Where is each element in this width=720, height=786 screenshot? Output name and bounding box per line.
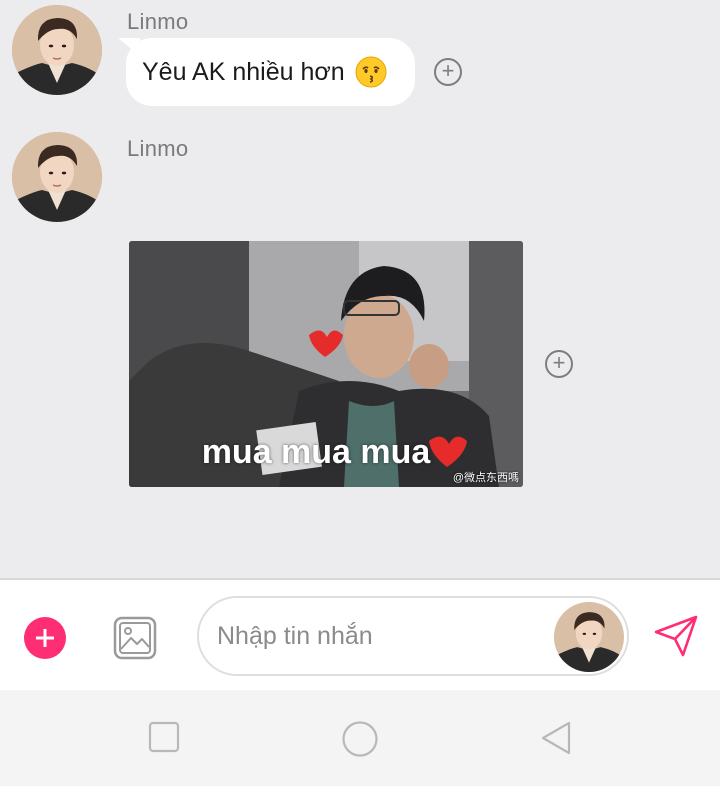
add-reaction-icon[interactable]: + xyxy=(434,58,462,86)
image-picker-icon[interactable] xyxy=(113,616,157,660)
system-navigation-bar xyxy=(0,690,720,786)
avatar-photo xyxy=(554,602,624,672)
paper-plane-icon[interactable] xyxy=(653,614,699,658)
message-input-container xyxy=(197,596,629,676)
plus-circle-icon[interactable] xyxy=(24,617,66,659)
gif-caption: mua mua mua xyxy=(201,433,431,471)
avatar-photo xyxy=(12,5,102,95)
kissing-face-emoji xyxy=(355,56,387,88)
message-input[interactable] xyxy=(217,616,547,656)
message-text: Yêu AK nhiều hơn xyxy=(142,57,345,86)
message-composer xyxy=(0,578,720,690)
gif-watermark: @微点东西嗎 xyxy=(452,472,519,484)
add-reaction-icon[interactable]: + xyxy=(545,350,573,378)
sender-avatar[interactable] xyxy=(12,132,102,222)
sender-name: Linmo xyxy=(127,136,189,161)
triangle-back-icon[interactable] xyxy=(539,720,573,756)
user-avatar[interactable] xyxy=(554,602,624,672)
message-bubble[interactable]: Yêu AK nhiều hơn xyxy=(126,38,415,106)
circle-icon[interactable] xyxy=(341,720,379,758)
gif-message[interactable]: mua mua mua @微点东西嗎 xyxy=(129,241,523,487)
chat-area: Linmo Yêu AK nhiều hơn + Linmo mua mua m… xyxy=(0,0,720,578)
sender-avatar[interactable] xyxy=(12,5,102,95)
avatar-photo xyxy=(12,132,102,222)
sender-name: Linmo xyxy=(127,9,189,34)
square-icon[interactable] xyxy=(148,721,180,753)
plus-glyph xyxy=(36,629,54,647)
